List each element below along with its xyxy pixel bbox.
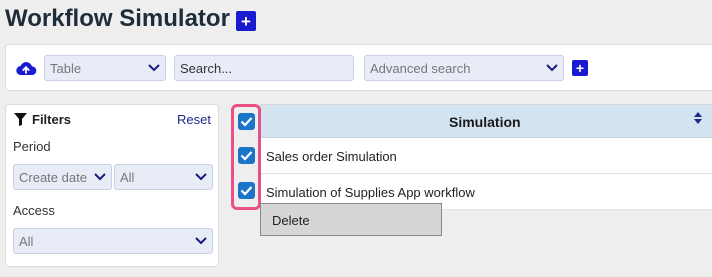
- selection-highlight: [231, 104, 261, 210]
- chevron-down-icon: [545, 60, 559, 77]
- cloud-sync-icon[interactable]: [15, 60, 37, 76]
- row-label: Sales order Simulation: [266, 149, 397, 164]
- search-input[interactable]: Search...: [174, 55, 354, 81]
- period-range-select[interactable]: All: [114, 164, 213, 190]
- sort-icon[interactable]: [693, 111, 703, 125]
- period-field-select[interactable]: Create date: [13, 164, 112, 190]
- filters-panel: Filters Reset Period Create date All Acc…: [5, 104, 219, 267]
- period-label: Period: [13, 139, 51, 154]
- filter-icon: [14, 113, 27, 126]
- table-row[interactable]: Sales order Simulation: [261, 139, 712, 174]
- period-range-value: All: [120, 169, 135, 185]
- access-label: Access: [13, 203, 55, 218]
- search-placeholder: Search...: [180, 60, 233, 76]
- period-field-value: Create date: [19, 169, 87, 185]
- row-label: Simulation of Supplies App workflow: [266, 185, 475, 200]
- add-workflow-button[interactable]: +: [236, 11, 256, 31]
- reset-link[interactable]: Reset: [177, 112, 211, 127]
- page-title: Workflow Simulator: [5, 5, 230, 32]
- chevron-down-icon: [194, 169, 208, 186]
- toolbar: Table Search... Advanced search +: [5, 44, 712, 91]
- advanced-search-placeholder: Advanced search: [370, 60, 471, 76]
- column-header-simulation[interactable]: Simulation: [449, 114, 521, 130]
- delete-menu-item[interactable]: Delete: [272, 213, 310, 228]
- view-select-value: Table: [50, 60, 82, 76]
- view-select[interactable]: Table: [44, 55, 166, 81]
- access-select[interactable]: All: [13, 228, 213, 254]
- table-header: Simulation: [261, 105, 712, 138]
- chevron-down-icon: [194, 233, 208, 250]
- advanced-search-select[interactable]: Advanced search: [364, 55, 564, 81]
- context-menu: Delete: [260, 203, 442, 236]
- filters-title: Filters: [32, 112, 72, 127]
- chevron-down-icon: [93, 169, 107, 186]
- access-value: All: [19, 233, 34, 249]
- simulation-table: Simulation Sales order Simulation Simula…: [260, 104, 712, 210]
- add-advanced-search-button[interactable]: +: [572, 60, 588, 76]
- chevron-down-icon: [147, 60, 161, 77]
